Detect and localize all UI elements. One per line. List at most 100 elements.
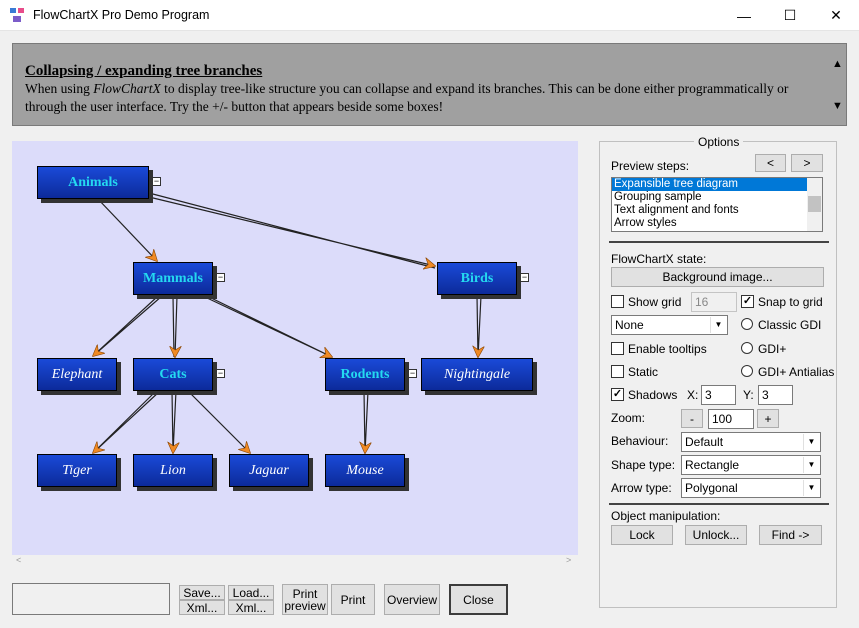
node-mammals[interactable]: Mammals bbox=[133, 262, 213, 295]
close-window-button[interactable]: ✕ bbox=[813, 0, 859, 31]
edge-cats-jaguar[interactable] bbox=[188, 391, 250, 453]
node-animals[interactable]: Animals bbox=[37, 166, 149, 199]
chevron-down-icon[interactable]: ▼ bbox=[710, 317, 726, 333]
grid-style-select[interactable]: None ▼ bbox=[611, 315, 728, 335]
print-button[interactable]: Print bbox=[331, 584, 375, 615]
gdi-plus-label[interactable]: GDI+ bbox=[758, 342, 786, 356]
snap-to-grid-label[interactable]: Snap to grid bbox=[758, 295, 823, 309]
collapse-rodents-icon[interactable]: − bbox=[408, 369, 417, 378]
scroll-left-icon[interactable]: < bbox=[16, 555, 21, 565]
edge-animals-birds[interactable] bbox=[148, 192, 435, 268]
diagram-horizontal-scrollbar[interactable]: < > bbox=[12, 555, 578, 570]
save-button[interactable]: Save... bbox=[179, 585, 225, 600]
shadow-x-field[interactable]: 3 bbox=[701, 385, 736, 405]
status-box bbox=[12, 583, 170, 615]
collapse-mammals-icon[interactable]: − bbox=[216, 273, 225, 282]
gdi-plus-radio[interactable] bbox=[741, 342, 753, 354]
node-lion[interactable]: Lion bbox=[133, 454, 213, 487]
edge-mammals-rodents[interactable] bbox=[202, 293, 332, 357]
shadow-y-field[interactable]: 3 bbox=[758, 385, 793, 405]
diagram-area: Animals − Mammals − Birds − Elephant Cat… bbox=[12, 141, 580, 571]
gdi-plus-antialias-radio[interactable] bbox=[741, 365, 753, 377]
load-button[interactable]: Load... bbox=[228, 585, 274, 600]
node-mouse[interactable]: Mouse bbox=[325, 454, 405, 487]
node-jaguar[interactable]: Jaguar bbox=[229, 454, 309, 487]
node-nightingale[interactable]: Nightingale bbox=[421, 358, 533, 391]
background-image-button[interactable]: Background image... bbox=[611, 267, 824, 287]
zoom-label: Zoom: bbox=[611, 411, 646, 425]
description-title: Collapsing / expanding tree branches bbox=[25, 63, 263, 79]
edge-birds-nightingale[interactable] bbox=[477, 295, 481, 357]
zoom-in-button[interactable]: + bbox=[757, 409, 779, 428]
enable-tooltips-label[interactable]: Enable tooltips bbox=[628, 342, 707, 356]
scrollbar-thumb[interactable] bbox=[808, 196, 821, 212]
zoom-field[interactable]: 100 bbox=[708, 409, 754, 429]
shape-type-value: Rectangle bbox=[685, 458, 740, 472]
preview-steps-list[interactable]: Expansible tree diagram Grouping sample … bbox=[611, 177, 823, 232]
options-legend: Options bbox=[694, 135, 744, 149]
overview-button[interactable]: Overview bbox=[384, 584, 440, 615]
next-step-button[interactable]: > bbox=[791, 154, 823, 172]
classic-gdi-label[interactable]: Classic GDI bbox=[758, 318, 821, 332]
lock-button[interactable]: Lock bbox=[611, 525, 673, 545]
zoom-out-button[interactable]: - bbox=[681, 409, 703, 428]
grid-size-field[interactable]: 16 bbox=[691, 292, 737, 312]
edge-rodents-mouse[interactable] bbox=[364, 390, 368, 453]
arrow-type-select[interactable]: Polygonal ▼ bbox=[681, 478, 821, 498]
edge-mammals-cats[interactable] bbox=[173, 295, 177, 357]
node-cats[interactable]: Cats bbox=[133, 358, 213, 391]
shadow-x-label: X: bbox=[687, 388, 699, 402]
chevron-down-icon[interactable]: ▼ bbox=[803, 457, 819, 473]
print-preview-button[interactable]: Print preview bbox=[282, 584, 328, 615]
shape-type-select[interactable]: Rectangle ▼ bbox=[681, 455, 821, 475]
state-label: FlowChartX state: bbox=[611, 252, 707, 266]
shape-type-label: Shape type: bbox=[611, 458, 676, 472]
app-icon bbox=[10, 8, 24, 22]
collapse-animals-icon[interactable]: − bbox=[152, 177, 161, 186]
load-xml-button[interactable]: Xml... bbox=[228, 600, 274, 615]
minimize-button[interactable]: — bbox=[721, 0, 767, 31]
snap-to-grid-checkbox[interactable]: ✓ bbox=[741, 295, 754, 308]
description-text-emphasis: FlowChartX bbox=[93, 81, 161, 96]
previous-step-button[interactable]: < bbox=[755, 154, 786, 172]
classic-gdi-radio[interactable] bbox=[741, 318, 753, 330]
window-title: FlowChartX Pro Demo Program bbox=[33, 8, 210, 22]
gdi-plus-antialias-label[interactable]: GDI+ Antialias bbox=[758, 365, 834, 379]
edge-mammals-elephant[interactable] bbox=[93, 295, 163, 356]
static-label[interactable]: Static bbox=[628, 365, 658, 379]
list-item[interactable]: Arrow styles bbox=[612, 217, 822, 230]
close-button[interactable]: Close bbox=[449, 584, 508, 615]
chevron-down-icon[interactable]: ▼ bbox=[803, 480, 819, 496]
unlock-button[interactable]: Unlock... bbox=[685, 525, 747, 545]
node-elephant[interactable]: Elephant bbox=[37, 358, 117, 391]
list-item[interactable]: Expansible tree diagram bbox=[612, 178, 822, 191]
shadow-y-label: Y: bbox=[743, 388, 754, 402]
shadows-label[interactable]: Shadows bbox=[628, 388, 677, 402]
edge-cats-tiger[interactable] bbox=[93, 390, 161, 453]
static-checkbox[interactable] bbox=[611, 365, 624, 378]
node-tiger[interactable]: Tiger bbox=[37, 454, 117, 487]
scroll-down-icon[interactable]: ▼ bbox=[832, 100, 843, 112]
shadows-checkbox[interactable]: ✓ bbox=[611, 388, 624, 401]
edge-animals-mammals[interactable] bbox=[96, 197, 157, 261]
find-button[interactable]: Find -> bbox=[759, 525, 822, 545]
collapse-cats-icon[interactable]: − bbox=[216, 369, 225, 378]
node-rodents[interactable]: Rodents bbox=[325, 358, 405, 391]
enable-tooltips-checkbox[interactable] bbox=[611, 342, 624, 355]
list-item[interactable]: Grouping sample bbox=[612, 191, 822, 204]
behaviour-select[interactable]: Default ▼ bbox=[681, 432, 821, 452]
show-grid-checkbox[interactable] bbox=[611, 295, 624, 308]
collapse-birds-icon[interactable]: − bbox=[520, 273, 529, 282]
list-item[interactable]: Text alignment and fonts bbox=[612, 204, 822, 217]
save-xml-button[interactable]: Xml... bbox=[179, 600, 225, 615]
description-scrollbar[interactable]: ▲ ▼ bbox=[828, 44, 846, 125]
scroll-up-icon[interactable]: ▲ bbox=[832, 58, 843, 70]
node-birds[interactable]: Birds bbox=[437, 262, 517, 295]
maximize-button[interactable]: ☐ bbox=[767, 0, 813, 31]
list-scrollbar[interactable] bbox=[807, 178, 822, 231]
scroll-right-icon[interactable]: > bbox=[566, 555, 571, 565]
diagram-canvas[interactable]: Animals − Mammals − Birds − Elephant Cat… bbox=[12, 141, 578, 555]
show-grid-label[interactable]: Show grid bbox=[628, 295, 681, 309]
edge-cats-lion[interactable] bbox=[172, 390, 176, 453]
chevron-down-icon[interactable]: ▼ bbox=[803, 434, 819, 450]
